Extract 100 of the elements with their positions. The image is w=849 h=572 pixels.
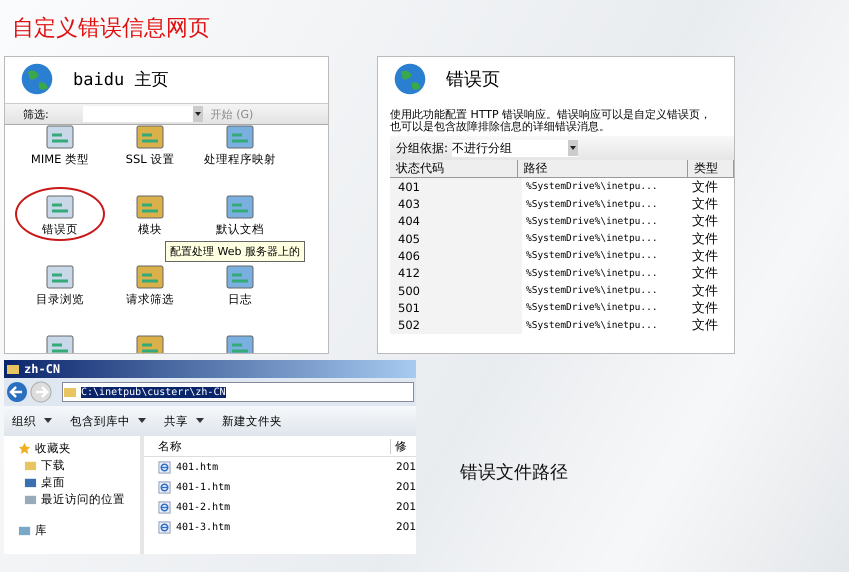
caret-icon (196, 418, 204, 424)
window-title: zh-CN (24, 362, 60, 376)
back-button[interactable] (6, 381, 28, 403)
table-cell-text: %SystemDrive%\inetpu... (525, 250, 659, 262)
caret-icon (138, 418, 146, 424)
table-cell-text: %SystemDrive%\inetpu... (525, 268, 659, 279)
file-item[interactable]: 401.htm (144, 460, 396, 474)
feature-item[interactable]: 默认文档 (195, 187, 285, 241)
feature-label: 目录浏览 (36, 293, 84, 306)
address-field[interactable]: C:\inetpub\custerr\zh-CN (62, 382, 414, 402)
folder-icon (24, 459, 37, 472)
file-item[interactable]: 401-1.htm (144, 480, 396, 494)
feature-item[interactable]: 错误页 (15, 187, 105, 241)
table-cell-text: %SystemDrive%\inetpu... (525, 198, 659, 210)
table-cell: 405 (390, 230, 522, 248)
nav-item[interactable]: 桌面 (18, 474, 140, 491)
column-header[interactable]: 修 (390, 438, 407, 454)
globe-icon (19, 61, 55, 97)
star-icon (18, 442, 31, 455)
table-cell-text: %SystemDrive%\inetpu... (525, 181, 659, 192)
caret-icon (568, 140, 578, 156)
table-cell-text: 文件 (692, 213, 719, 230)
filter-field[interactable] (82, 106, 203, 122)
feature-icon (134, 193, 166, 221)
column-header[interactable]: 状态代码 (390, 160, 518, 178)
table-cell: 406 (390, 247, 522, 265)
nav-item[interactable]: 收藏夹 (18, 440, 140, 457)
table-cell: 501 (390, 299, 522, 316)
feature-icon (134, 263, 166, 291)
caret-icon (44, 418, 52, 424)
globe-icon (392, 61, 428, 97)
folder-icon (24, 493, 37, 506)
feature-label: 错误页 (42, 223, 78, 236)
filter-label: 筛选: (23, 106, 49, 122)
table-cell-text: 文件 (692, 230, 719, 248)
feature-item[interactable]: 模块 (105, 187, 195, 241)
feature-label: 模块 (138, 223, 162, 236)
table-cell: 500 (390, 282, 522, 300)
nav-item[interactable]: 下载 (18, 457, 140, 474)
feature-label: 默认文档 (216, 223, 264, 236)
group-dropdown[interactable]: 不进行分组 (452, 140, 578, 157)
column-header[interactable]: 类型 (688, 160, 734, 178)
table-cell-text: 文件 (692, 248, 719, 265)
modified-date: 201 (396, 481, 416, 493)
table-cell: 403 (390, 195, 522, 213)
tooltip: 配置处理 Web 服务器上的 (165, 241, 305, 262)
feature-icon (134, 123, 166, 151)
web-file-icon (158, 500, 171, 514)
modified-date: 201 (396, 521, 416, 533)
feature-icon (44, 263, 76, 291)
library-icon (18, 524, 31, 537)
feature-label: 请求筛选 (126, 293, 174, 306)
nav-item[interactable]: 库 (18, 522, 140, 539)
caret-icon (192, 106, 203, 122)
column-header[interactable]: 路径 (518, 160, 688, 178)
table-cell-text: 文件 (692, 282, 719, 300)
feature-icon (44, 123, 76, 151)
file-item[interactable]: 401-3.htm (144, 520, 396, 534)
feature-icon (224, 193, 256, 221)
table-cell: 502 (390, 316, 522, 334)
table-cell-text: %SystemDrive%\inetpu... (525, 302, 659, 314)
feature-label: 处理程序映射 (204, 153, 276, 166)
feature-icon (224, 123, 256, 151)
table-cell-text: %SystemDrive%\inetpu... (525, 233, 659, 244)
description: 使用此功能配置 HTTP 错误响应。错误响应可以是自定义错误页，也可以是包含故障排除信息的详细错误消息。 (389, 107, 712, 132)
toolbar-button[interactable]: 共享 (164, 414, 204, 428)
caption: 错误文件路径 (460, 461, 568, 484)
folder-icon (6, 363, 20, 375)
table-cell-text: %SystemDrive%\inetpu... (525, 285, 659, 296)
toolbar-button[interactable]: 组织 (12, 414, 52, 428)
feature-label: SSL 设置 (126, 153, 174, 166)
page-title: baidu 主页 (73, 68, 168, 90)
folder-icon (24, 476, 37, 489)
page-title: 错误页 (446, 68, 500, 91)
feature-icon (224, 263, 256, 291)
file-item[interactable]: 401-2.htm (144, 500, 396, 514)
table-cell: 401 (390, 178, 522, 196)
feature-label: MIME 类型 (30, 153, 90, 166)
table-cell-text: %SystemDrive%\inetpu... (525, 216, 659, 227)
feature-item[interactable]: 目录浏览 (15, 257, 105, 311)
web-file-icon (158, 520, 171, 534)
modified-date: 201 (396, 501, 416, 513)
folder-icon (63, 386, 77, 398)
feature-icon (44, 333, 76, 353)
table-cell-text: 文件 (692, 317, 719, 334)
feature-icon (134, 333, 166, 353)
table-cell-text: 文件 (692, 265, 719, 282)
column-header[interactable]: 名称 (144, 438, 391, 454)
feature-label: 日志 (228, 293, 252, 306)
feature-icon (224, 333, 256, 353)
nav-item[interactable]: 最近访问的位置 (18, 491, 140, 508)
table-cell: 412 (390, 264, 522, 282)
table-cell-text: 文件 (692, 196, 719, 214)
table-cell-text: %SystemDrive%\inetpu... (525, 320, 659, 331)
table-cell-text: 文件 (692, 300, 719, 317)
toolbar-button[interactable]: 包含到库中 (70, 414, 146, 428)
slide-title: 自定义错误信息网页 (11, 15, 211, 40)
toolbar-button[interactable]: 新建文件夹 (222, 414, 282, 428)
feature-item[interactable]: SSL 设置 (105, 117, 195, 171)
table-cell: 404 (390, 212, 522, 230)
